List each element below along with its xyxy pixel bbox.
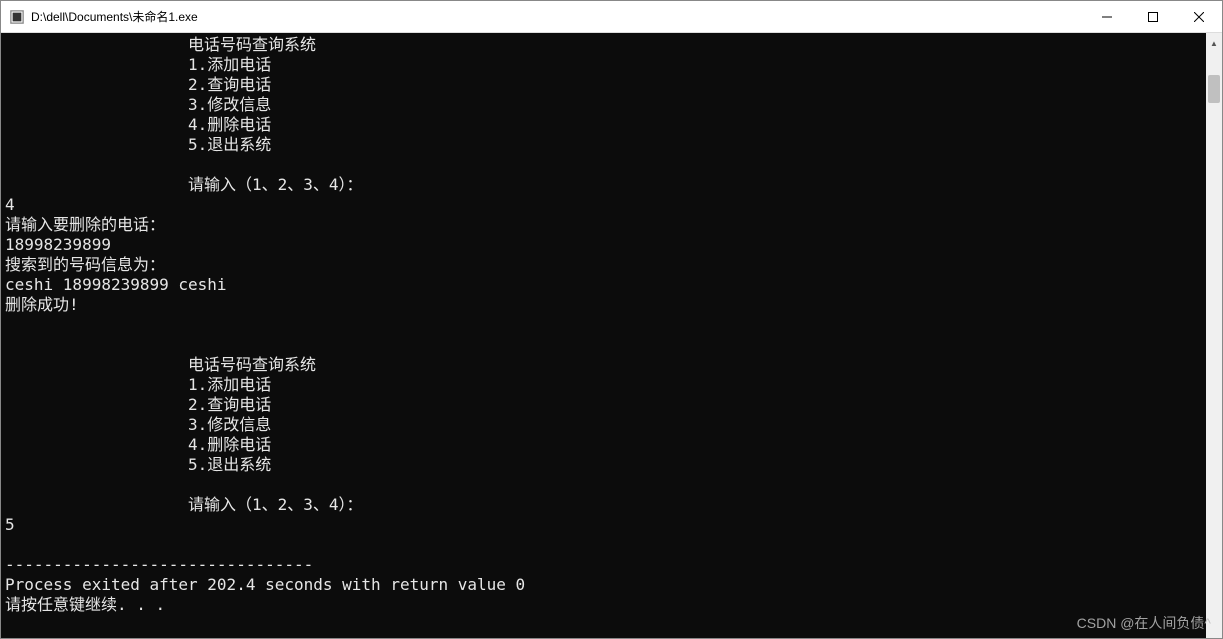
close-button[interactable]: [1176, 1, 1222, 32]
titlebar-left: D:\dell\Documents\未命名1.exe: [9, 8, 198, 25]
app-window: D:\dell\Documents\未命名1.exe 电话号码查询系统 1.添加…: [0, 0, 1223, 639]
content-area: 电话号码查询系统 1.添加电话 2.查询电话 3.修改信息 4.删除电话 5.退…: [1, 33, 1222, 638]
window-controls: [1084, 1, 1222, 32]
window-title: D:\dell\Documents\未命名1.exe: [31, 8, 198, 25]
app-icon: [9, 9, 25, 25]
minimize-button[interactable]: [1084, 1, 1130, 32]
scroll-thumb[interactable]: [1208, 75, 1220, 103]
vertical-scrollbar[interactable]: ▲: [1206, 33, 1222, 638]
scroll-up-arrow[interactable]: ▲: [1207, 35, 1221, 51]
maximize-button[interactable]: [1130, 1, 1176, 32]
titlebar[interactable]: D:\dell\Documents\未命名1.exe: [1, 1, 1222, 33]
console-output[interactable]: 电话号码查询系统 1.添加电话 2.查询电话 3.修改信息 4.删除电话 5.退…: [1, 33, 1206, 638]
